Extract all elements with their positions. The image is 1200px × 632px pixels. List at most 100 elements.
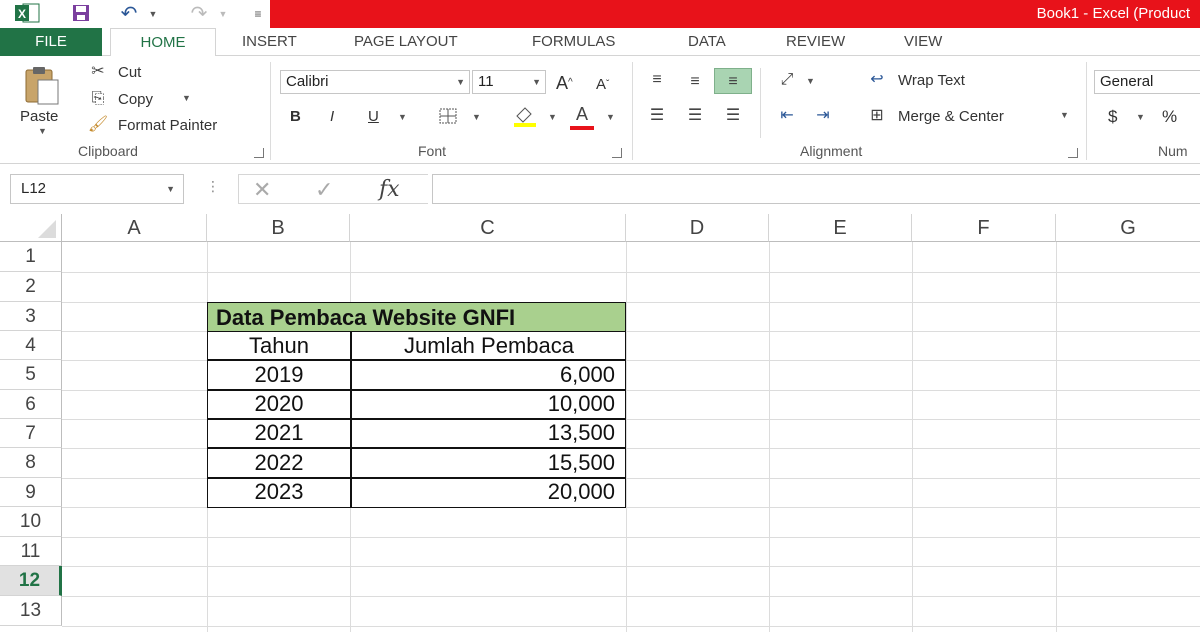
alignment-launcher-icon[interactable] — [1068, 148, 1078, 158]
bold-button[interactable]: B — [290, 106, 301, 128]
more-options-icon[interactable]: ⋮ — [206, 178, 220, 195]
table-title-cell[interactable]: Data Pembaca Website GNFI — [207, 302, 626, 332]
column-header-f[interactable]: F — [912, 214, 1056, 242]
tab-file[interactable]: FILE — [0, 28, 102, 56]
tab-home[interactable]: HOME — [110, 28, 216, 57]
align-bottom-icon[interactable]: ≡ — [714, 68, 752, 94]
select-all-corner[interactable] — [0, 214, 62, 242]
borders-icon[interactable] — [436, 107, 460, 131]
enter-icon[interactable]: ✓ — [315, 177, 333, 203]
worksheet-grid[interactable]: A B C D E F G 1 2 3 4 5 6 7 8 9 10 11 12… — [0, 214, 1200, 632]
customize-qat-icon[interactable]: ≡ — [250, 3, 266, 25]
fill-color-icon[interactable] — [510, 104, 540, 134]
orientation-icon[interactable]: ⤢ — [772, 70, 802, 90]
column-header-c[interactable]: C — [350, 214, 626, 242]
table-cell-readers[interactable]: 10,000 — [351, 389, 615, 418]
table-cell-year[interactable]: 2021 — [208, 418, 350, 447]
align-top-icon[interactable]: ≡ — [644, 70, 670, 90]
row-header[interactable]: 1 — [0, 242, 62, 272]
tab-data[interactable]: DATA — [682, 28, 732, 56]
formula-input[interactable] — [432, 174, 1200, 204]
increase-indent-icon[interactable]: ⇥ — [808, 106, 838, 126]
name-box[interactable]: L12 ▼ — [10, 174, 184, 204]
font-name-value: Calibri — [286, 73, 329, 90]
row-header[interactable]: 9 — [0, 478, 62, 507]
row-header[interactable]: 7 — [0, 419, 62, 448]
tab-page-layout[interactable]: PAGE LAYOUT — [348, 28, 464, 56]
undo-dropdown-icon[interactable]: ▼ — [146, 3, 160, 25]
decrease-indent-icon[interactable]: ⇤ — [772, 106, 802, 126]
borders-dropdown-icon[interactable]: ▼ — [472, 106, 481, 128]
font-size-select[interactable]: 11 ▼ — [472, 70, 546, 94]
wrap-text-icon: ↩ — [870, 71, 884, 88]
table-cell-readers[interactable]: 15,500 — [351, 448, 615, 477]
row-header[interactable]: 10 — [0, 507, 62, 537]
redo-dropdown-icon[interactable]: ▼ — [216, 3, 230, 25]
row-header-active[interactable]: 12 — [0, 566, 62, 596]
table-cell-readers[interactable]: 13,500 — [351, 418, 615, 447]
cut-button[interactable]: ✂ Cut — [86, 62, 176, 84]
tab-view[interactable]: VIEW — [898, 28, 948, 56]
table-cell-year[interactable]: 2020 — [208, 389, 350, 418]
table-cell-year[interactable]: 2022 — [208, 448, 350, 477]
underline-button[interactable]: U — [368, 106, 379, 128]
redo-icon[interactable]: ↷ — [186, 3, 212, 25]
italic-button[interactable]: I — [330, 106, 334, 128]
table-cell-readers[interactable]: 6,000 — [351, 360, 615, 389]
save-icon[interactable] — [68, 3, 94, 25]
align-left-icon[interactable]: ☰ — [644, 106, 670, 126]
row-header[interactable]: 5 — [0, 360, 62, 390]
number-format-value: General — [1100, 73, 1154, 90]
row-header[interactable]: 11 — [0, 537, 62, 566]
table-header-readers[interactable]: Jumlah Pembaca — [351, 331, 627, 360]
tab-insert[interactable]: INSERT — [236, 28, 303, 56]
clipboard-launcher-icon[interactable] — [254, 148, 264, 158]
underline-dropdown-icon[interactable]: ▼ — [398, 106, 407, 128]
copy-button[interactable]: ⎘ Copy ▼ — [86, 89, 206, 111]
row-header[interactable]: 3 — [0, 302, 62, 331]
column-header-a[interactable]: A — [62, 214, 207, 242]
grow-font-button[interactable]: A^ — [556, 72, 573, 94]
table-cell-year[interactable]: 2019 — [208, 360, 350, 389]
column-header-g[interactable]: G — [1056, 214, 1200, 242]
percent-button[interactable]: % — [1162, 106, 1177, 128]
merge-center-button[interactable]: ⊞ Merge & Center ▼ — [862, 106, 1072, 130]
font-color-dropdown-icon[interactable]: ▼ — [606, 106, 615, 128]
align-middle-icon[interactable]: ≡ — [682, 72, 708, 92]
paste-button[interactable]: Paste ▼ — [14, 62, 74, 138]
font-name-select[interactable]: Calibri ▼ — [280, 70, 470, 94]
undo-icon[interactable]: ↶ — [116, 3, 142, 25]
column-header-e[interactable]: E — [769, 214, 912, 242]
wrap-text-button[interactable]: ↩ Wrap Text — [862, 70, 1002, 94]
align-center-icon[interactable]: ☰ — [682, 106, 708, 126]
font-color-icon[interactable]: A — [568, 104, 596, 130]
row-header[interactable]: 6 — [0, 390, 62, 419]
cancel-icon[interactable]: ✕ — [253, 177, 271, 203]
row-header[interactable]: 8 — [0, 448, 62, 478]
data-table: Tahun Jumlah Pembaca 2019 6,000 2020 10,… — [207, 331, 626, 508]
fill-color-dropdown-icon[interactable]: ▼ — [548, 106, 557, 128]
brush-icon: 🖌 — [87, 116, 109, 133]
number-format-select[interactable]: General — [1094, 70, 1200, 94]
table-cell-readers[interactable]: 20,000 — [351, 477, 615, 506]
tab-formulas[interactable]: FORMULAS — [526, 28, 621, 56]
table-header-year[interactable]: Tahun — [208, 331, 350, 360]
currency-button[interactable]: $ — [1108, 106, 1117, 128]
column-header-b[interactable]: B — [207, 214, 350, 242]
shrink-font-button[interactable]: Aˇ — [596, 74, 609, 96]
format-painter-button[interactable]: 🖌 Format Painter — [86, 115, 266, 137]
currency-dropdown-icon[interactable]: ▼ — [1136, 106, 1145, 128]
column-header-d[interactable]: D — [626, 214, 769, 242]
gridline — [1056, 242, 1057, 632]
font-launcher-icon[interactable] — [612, 148, 622, 158]
insert-function-icon[interactable]: fx — [379, 177, 400, 202]
row-header[interactable]: 4 — [0, 331, 62, 360]
row-header[interactable]: 2 — [0, 272, 62, 302]
align-right-icon[interactable]: ☰ — [720, 106, 746, 126]
table-cell-year[interactable]: 2023 — [208, 477, 350, 506]
tab-review[interactable]: REVIEW — [780, 28, 851, 56]
format-painter-label: Format Painter — [118, 117, 218, 134]
copy-dropdown-icon: ▼ — [182, 93, 191, 103]
row-header[interactable]: 13 — [0, 596, 62, 626]
orientation-dropdown-icon[interactable]: ▼ — [806, 70, 815, 92]
